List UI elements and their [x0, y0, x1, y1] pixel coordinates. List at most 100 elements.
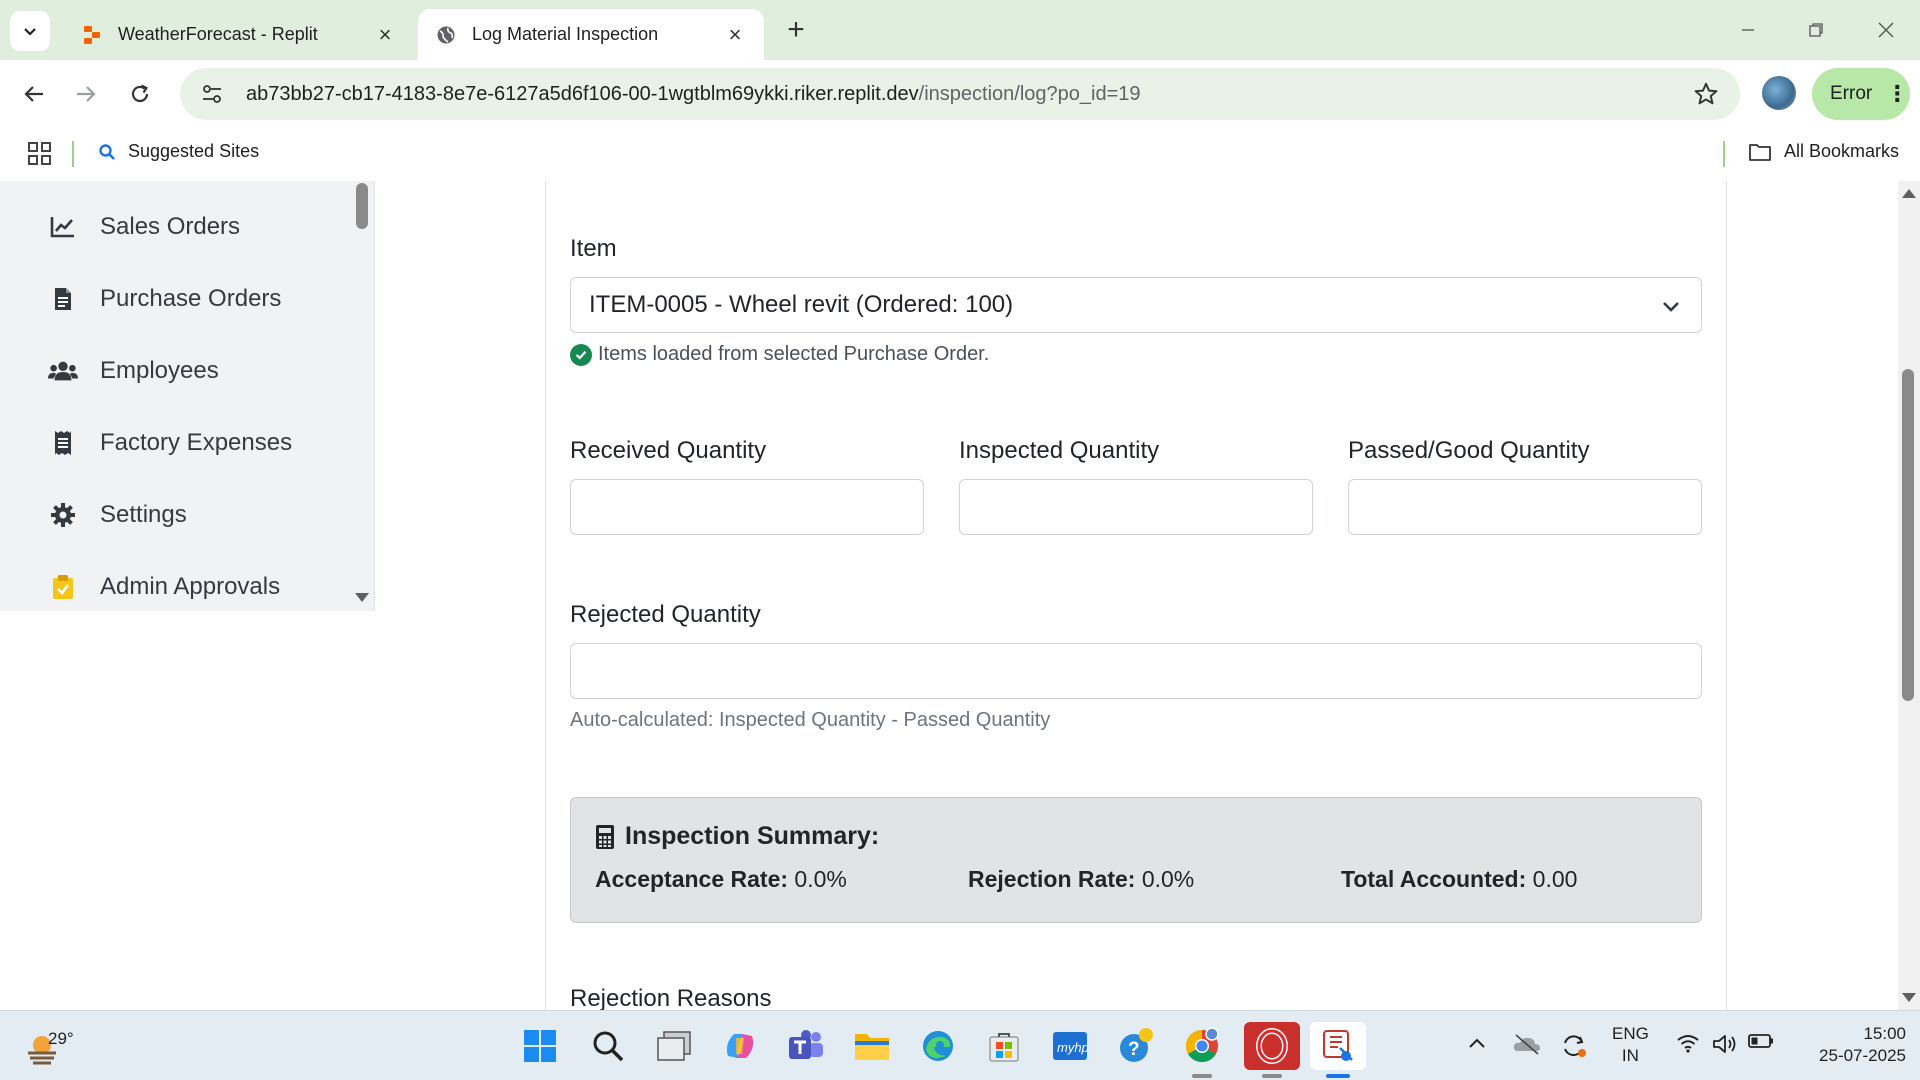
get-help-icon[interactable]: ? [1112, 1022, 1160, 1070]
received-quantity-input[interactable] [570, 479, 924, 535]
acceptance-rate: Acceptance Rate: 0.0% [595, 866, 847, 893]
apps-grid-icon[interactable] [26, 140, 54, 168]
close-tab-icon[interactable]: × [374, 22, 396, 47]
browser-toolbar: ab73bb27-cb17-4183-8e7e-6127a5d6f106-00-… [0, 60, 1920, 127]
page-scrollbar-thumb[interactable] [1902, 369, 1914, 701]
opera-icon[interactable] [1244, 1022, 1300, 1070]
task-view-icon[interactable] [650, 1022, 698, 1070]
sidebar-scrollbar-thumb[interactable] [356, 183, 368, 229]
bookmark-separator [72, 141, 74, 167]
profile-avatar[interactable] [1762, 76, 1796, 110]
file-invoice-icon [48, 284, 78, 314]
url-host: ab73bb27-cb17-4183-8e7e-6127a5d6f106-00-… [246, 82, 919, 105]
search-icon [98, 143, 116, 161]
forward-icon[interactable] [68, 76, 104, 112]
close-tab-icon[interactable]: × [724, 22, 746, 47]
weather-widget[interactable]: 29° [24, 1021, 84, 1071]
sidebar-item-employees[interactable]: Employees [48, 351, 219, 391]
bookmark-suggested-sites[interactable]: Suggested Sites [98, 141, 259, 162]
show-hidden-icons-chevron-up-icon[interactable] [1466, 1033, 1488, 1055]
passed-quantity-input[interactable] [1348, 479, 1702, 535]
windows-taskbar: 29° myhp ? ENG IN 15:00 25-07-2025 [0, 1010, 1920, 1080]
url-path: /inspection/log?po_id=19 [918, 82, 1141, 105]
url-text[interactable]: ab73bb27-cb17-4183-8e7e-6127a5d6f106-00-… [246, 83, 1141, 106]
inspection-summary-title: Inspection Summary: [595, 822, 879, 851]
region-code: IN [1621, 1046, 1639, 1065]
all-bookmarks-button[interactable]: All Bookmarks [1748, 141, 1899, 162]
file-explorer-icon[interactable] [848, 1022, 896, 1070]
sidebar-item-sales-orders[interactable]: Sales Orders [48, 207, 240, 247]
address-bar[interactable]: ab73bb27-cb17-4183-8e7e-6127a5d6f106-00-… [180, 68, 1740, 120]
tab-search-button[interactable] [10, 11, 50, 51]
teams-icon[interactable] [782, 1022, 830, 1070]
sidebar-item-factory-expenses[interactable]: Factory Expenses [48, 423, 292, 463]
bookmark-label: Suggested Sites [128, 141, 260, 161]
chrome-icon[interactable] [1178, 1022, 1226, 1070]
total-accounted-value: 0.00 [1532, 866, 1578, 892]
battery-icon[interactable] [1748, 1033, 1774, 1049]
more-vertical-icon: ⋮ [1886, 81, 1909, 106]
rejected-quantity-help: Auto-calculated: Inspected Quantity - Pa… [570, 709, 1051, 731]
copilot-icon[interactable] [716, 1022, 764, 1070]
close-window-icon[interactable] [1866, 12, 1906, 48]
page-scroll-down-arrow[interactable] [1902, 993, 1916, 1002]
sidebar-scrollbar[interactable] [350, 181, 374, 611]
back-icon[interactable] [16, 76, 52, 112]
clock-time: 15:00 [1863, 1024, 1906, 1043]
myhp-icon[interactable]: myhp [1046, 1022, 1094, 1070]
sidebar: Sales Orders Purchase Orders Employees F… [0, 181, 350, 611]
total-accounted-label: Total Accounted: [1341, 866, 1527, 892]
svg-text:myhp: myhp [1057, 1040, 1089, 1055]
page-viewport: Sales Orders Purchase Orders Employees F… [0, 181, 1920, 1010]
sidebar-item-label: Sales Orders [100, 213, 241, 240]
microsoft-store-icon[interactable] [980, 1022, 1028, 1070]
bookmark-separator [1723, 141, 1725, 167]
minimize-icon[interactable] [1728, 12, 1768, 48]
sidebar-item-label: Settings [100, 501, 187, 528]
inspected-quantity-input[interactable] [959, 479, 1313, 535]
chart-line-icon [48, 212, 78, 242]
rejected-quantity-input[interactable] [570, 643, 1702, 699]
sidebar-item-admin-approvals[interactable]: Admin Approvals [48, 567, 280, 607]
folder-icon [1748, 142, 1772, 162]
rejected-quantity-label: Rejected Quantity [570, 601, 761, 628]
sidebar-item-label: Employees [100, 357, 219, 384]
sidebar-item-settings[interactable]: Settings [48, 495, 187, 535]
reload-icon[interactable] [122, 76, 158, 112]
total-accounted: Total Accounted: 0.00 [1341, 866, 1577, 893]
onedrive-cloud-icon[interactable] [1512, 1033, 1542, 1055]
page-scroll-up-arrow[interactable] [1902, 189, 1916, 198]
site-settings-icon[interactable] [188, 70, 236, 118]
inspection-summary-box: Inspection Summary: Acceptance Rate: 0.0… [570, 797, 1702, 923]
language-code: ENG [1612, 1024, 1649, 1043]
restore-icon[interactable] [1796, 12, 1836, 48]
clock-date: 25-07-2025 [1819, 1046, 1906, 1065]
new-tab-button[interactable]: + [780, 13, 812, 46]
language-indicator[interactable]: ENG IN [1612, 1023, 1649, 1067]
search-icon[interactable] [584, 1022, 632, 1070]
chevron-down-icon [1663, 302, 1679, 312]
item-select-value: ITEM-0005 - Wheel revit (Ordered: 100) [589, 291, 1014, 318]
item-select[interactable]: ITEM-0005 - Wheel revit (Ordered: 100) [570, 277, 1702, 333]
volume-icon[interactable] [1712, 1033, 1738, 1055]
browser-chrome: WeatherForecast - Replit × Log Material … [0, 0, 1920, 181]
snipping-tool-icon[interactable] [1310, 1022, 1366, 1070]
error-menu-button[interactable]: Error ⋮ [1812, 68, 1910, 120]
edge-icon[interactable] [914, 1022, 962, 1070]
tab-log-material-inspection[interactable]: Log Material Inspection × [418, 9, 764, 60]
start-windows-icon[interactable] [516, 1022, 564, 1070]
inspection-form-card: Item ITEM-0005 - Wheel revit (Ordered: 1… [545, 181, 1727, 1010]
sidebar-item-purchase-orders[interactable]: Purchase Orders [48, 279, 281, 319]
wifi-icon[interactable] [1676, 1033, 1700, 1053]
bookmark-star-icon[interactable] [1692, 80, 1720, 108]
error-label: Error [1830, 83, 1873, 104]
sidebar-item-label: Purchase Orders [100, 285, 282, 312]
tab-title: WeatherForecast - Replit [118, 24, 318, 44]
sidebar-scroll-down-arrow[interactable] [355, 593, 369, 602]
tab-weatherforecast[interactable]: WeatherForecast - Replit × [64, 9, 414, 60]
items-loaded-text: Items loaded from selected Purchase Orde… [598, 343, 990, 365]
taskbar-clock[interactable]: 15:00 25-07-2025 [1796, 1023, 1906, 1067]
rejection-rate-value: 0.0% [1141, 866, 1195, 892]
sync-update-icon[interactable] [1560, 1033, 1588, 1059]
chevron-down-icon [24, 28, 36, 36]
